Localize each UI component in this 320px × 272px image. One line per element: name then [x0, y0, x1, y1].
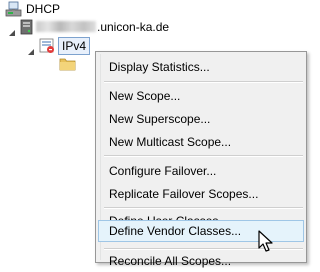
menu-item-configure-failover[interactable]: Configure Failover...	[98, 160, 304, 182]
folder-icon	[59, 57, 76, 76]
tree-item-server[interactable]: .unicon-ka.de	[0, 18, 200, 36]
tree-item-ipv4[interactable]: IPv4	[0, 37, 100, 55]
menu-item-replicate-failover-scopes[interactable]: Replicate Failover Scopes...	[98, 183, 304, 205]
menu-item-new-scope[interactable]: New Scope...	[98, 85, 304, 107]
mouse-cursor-icon	[258, 230, 275, 254]
tree-label-server: .unicon-ka.de	[36, 18, 169, 36]
redacted-hostname	[36, 21, 96, 32]
server-domain-text: .unicon-ka.de	[97, 20, 170, 34]
tree-label-ipv4: IPv4	[58, 37, 91, 55]
menu-separator	[104, 207, 303, 208]
tree-label-dhcp: DHCP	[26, 2, 61, 16]
menu-separator	[104, 155, 303, 156]
menu-separator	[104, 81, 303, 82]
expand-icon[interactable]	[8, 24, 16, 36]
context-menu: Display Statistics... New Scope... New S…	[95, 51, 307, 268]
menu-item-new-multicast-scope[interactable]: New Multicast Scope...	[98, 131, 304, 153]
menu-item-new-superscope[interactable]: New Superscope...	[98, 108, 304, 130]
menu-item-display-statistics[interactable]: Display Statistics...	[98, 56, 304, 78]
tree-item-dhcp[interactable]: DHCP	[0, 0, 90, 18]
tree-item-folder[interactable]	[0, 56, 90, 74]
expand-icon[interactable]	[27, 43, 35, 55]
